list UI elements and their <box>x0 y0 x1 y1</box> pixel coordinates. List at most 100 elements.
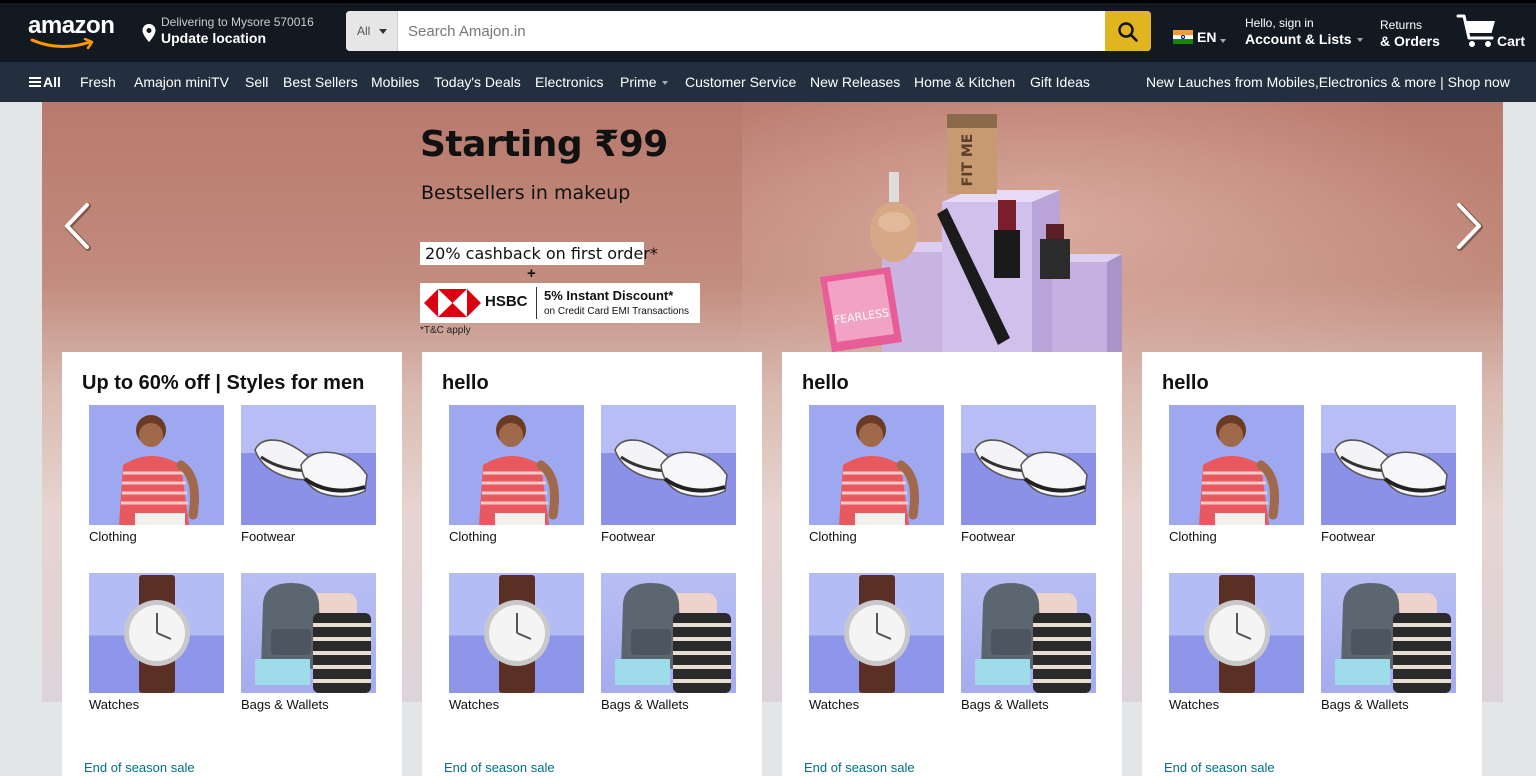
logo-text: amazon <box>28 12 115 39</box>
hsbc-logo-icon <box>424 287 481 319</box>
terms-note: *T&C apply <box>420 325 471 336</box>
nav-item-customer-service[interactable]: Customer Service <box>685 74 796 90</box>
tile-clothing[interactable]: Clothing <box>449 405 584 544</box>
tile-label: Footwear <box>241 529 296 544</box>
amazon-logo[interactable]: amazon <box>28 14 120 50</box>
nav-item-todays-deals[interactable]: Today's Deals <box>434 74 521 90</box>
tile-label: Clothing <box>1169 529 1217 544</box>
tile-bags-wallets[interactable]: Bags & Wallets <box>241 573 376 712</box>
returns-orders[interactable]: Returns & Orders <box>1380 18 1440 49</box>
tile-clothing[interactable]: Clothing <box>1169 405 1304 544</box>
bags-wallets-image <box>961 573 1096 693</box>
watches-image <box>1169 573 1304 693</box>
cart-icon <box>1456 14 1495 47</box>
tile-label: Footwear <box>961 529 1016 544</box>
tile-footwear[interactable]: Footwear <box>961 405 1096 544</box>
card-link[interactable]: End of season sale <box>804 760 915 775</box>
nav-item-fresh[interactable]: Fresh <box>80 74 116 90</box>
chevron-down-icon <box>1356 38 1363 43</box>
card-title: hello <box>442 372 489 394</box>
clothing-image <box>809 405 944 525</box>
tile-watches[interactable]: Watches <box>1169 573 1304 712</box>
tile-watches[interactable]: Watches <box>449 573 584 712</box>
search-category-label: All <box>357 24 371 38</box>
card-link[interactable]: End of season sale <box>84 760 195 775</box>
top-header: amazon Delivering to Mysore 570016 Updat… <box>0 0 1536 62</box>
footwear-image <box>601 405 736 525</box>
svg-text:FIT ME: FIT ME <box>960 134 976 187</box>
category-card: hello Clothing Footwear Watches Bags & W… <box>422 352 762 776</box>
tile-label: Clothing <box>449 529 497 544</box>
nav-all-menu[interactable]: All <box>29 74 61 90</box>
tile-label: Watches <box>89 697 140 712</box>
card-link[interactable]: End of season sale <box>444 760 555 775</box>
card-link[interactable]: End of season sale <box>1164 760 1275 775</box>
tile-clothing[interactable]: Clothing <box>809 405 944 544</box>
nav-item-prime[interactable]: Prime <box>620 74 668 90</box>
language-label: EN <box>1197 29 1217 45</box>
nav-item-gift-ideas[interactable]: Gift Ideas <box>1030 74 1090 90</box>
offer-plus: + <box>527 265 536 282</box>
tile-bags-wallets[interactable]: Bags & Wallets <box>601 573 736 712</box>
tile-label: Footwear <box>601 529 656 544</box>
hero-title: Starting ₹99 <box>420 124 668 165</box>
hamburger-icon <box>29 77 41 87</box>
search-bar: All <box>346 11 1151 51</box>
category-card: hello Clothing Footwear Watches Bags & W… <box>1142 352 1482 776</box>
nav-promo-link[interactable]: New Lauches from Mobiles,Electronics & m… <box>1146 74 1536 90</box>
card-title: Up to 60% off | Styles for men <box>82 372 365 394</box>
search-input[interactable] <box>398 11 1105 51</box>
tile-footwear[interactable]: Footwear <box>1321 405 1456 544</box>
nav-item-new-releases[interactable]: New Releases <box>810 74 900 90</box>
logo-smile-icon <box>30 38 94 50</box>
nav-item-electronics[interactable]: Electronics <box>535 74 603 90</box>
card-title: hello <box>1162 372 1209 394</box>
chevron-down-icon <box>379 29 387 34</box>
bank-name: HSBC <box>485 293 528 310</box>
location-line1: Delivering to Mysore 570016 <box>161 15 314 29</box>
nav-item-best-sellers[interactable]: Best Sellers <box>283 74 358 90</box>
nav-item-prime-label: Prime <box>620 74 657 90</box>
tile-clothing[interactable]: Clothing <box>89 405 224 544</box>
search-button[interactable] <box>1105 11 1151 51</box>
footwear-image <box>241 405 376 525</box>
tile-label: Bags & Wallets <box>961 697 1049 712</box>
nav-all-label: All <box>43 74 61 90</box>
tile-label: Clothing <box>809 529 857 544</box>
tile-label: Watches <box>809 697 860 712</box>
category-card: hello Clothing Footwear Watches Bags & W… <box>782 352 1122 776</box>
tile-watches[interactable]: Watches <box>809 573 944 712</box>
bags-wallets-image <box>601 573 736 693</box>
clothing-image <box>449 405 584 525</box>
card-title: hello <box>802 372 849 394</box>
search-category-select[interactable]: All <box>346 11 398 51</box>
footwear-image <box>1321 405 1456 525</box>
tile-bags-wallets[interactable]: Bags & Wallets <box>961 573 1096 712</box>
nav-item-home-kitchen[interactable]: Home & Kitchen <box>914 74 1015 90</box>
chevron-down-icon <box>661 81 668 86</box>
watches-image <box>809 573 944 693</box>
bank-offer: HSBC 5% Instant Discount* on Credit Card… <box>420 283 700 323</box>
clothing-image <box>1169 405 1304 525</box>
location-pin-icon <box>142 24 156 42</box>
tile-label: Watches <box>449 697 500 712</box>
tile-bags-wallets[interactable]: Bags & Wallets <box>1321 573 1456 712</box>
account-menu[interactable]: Hello, sign in Account & Lists <box>1245 16 1363 47</box>
chevron-right-icon[interactable] <box>1448 202 1488 252</box>
tile-label: Clothing <box>89 529 137 544</box>
nav-bar: All Fresh Amajon miniTV Sell Best Seller… <box>0 62 1536 102</box>
watches-image <box>89 573 224 693</box>
account-greeting: Hello, sign in <box>1245 16 1314 30</box>
tile-label: Bags & Wallets <box>241 697 329 712</box>
cart-button[interactable]: Cart <box>1456 12 1531 52</box>
bags-wallets-image <box>1321 573 1456 693</box>
nav-item-minitv[interactable]: Amajon miniTV <box>134 74 229 90</box>
chevron-left-icon[interactable] <box>60 202 100 252</box>
tile-footwear[interactable]: Footwear <box>241 405 376 544</box>
nav-item-sell[interactable]: Sell <box>245 74 268 90</box>
tile-watches[interactable]: Watches <box>89 573 224 712</box>
clothing-image <box>89 405 224 525</box>
nav-item-mobiles[interactable]: Mobiles <box>371 74 419 90</box>
tile-footwear[interactable]: Footwear <box>601 405 736 544</box>
bags-wallets-image <box>241 573 376 693</box>
